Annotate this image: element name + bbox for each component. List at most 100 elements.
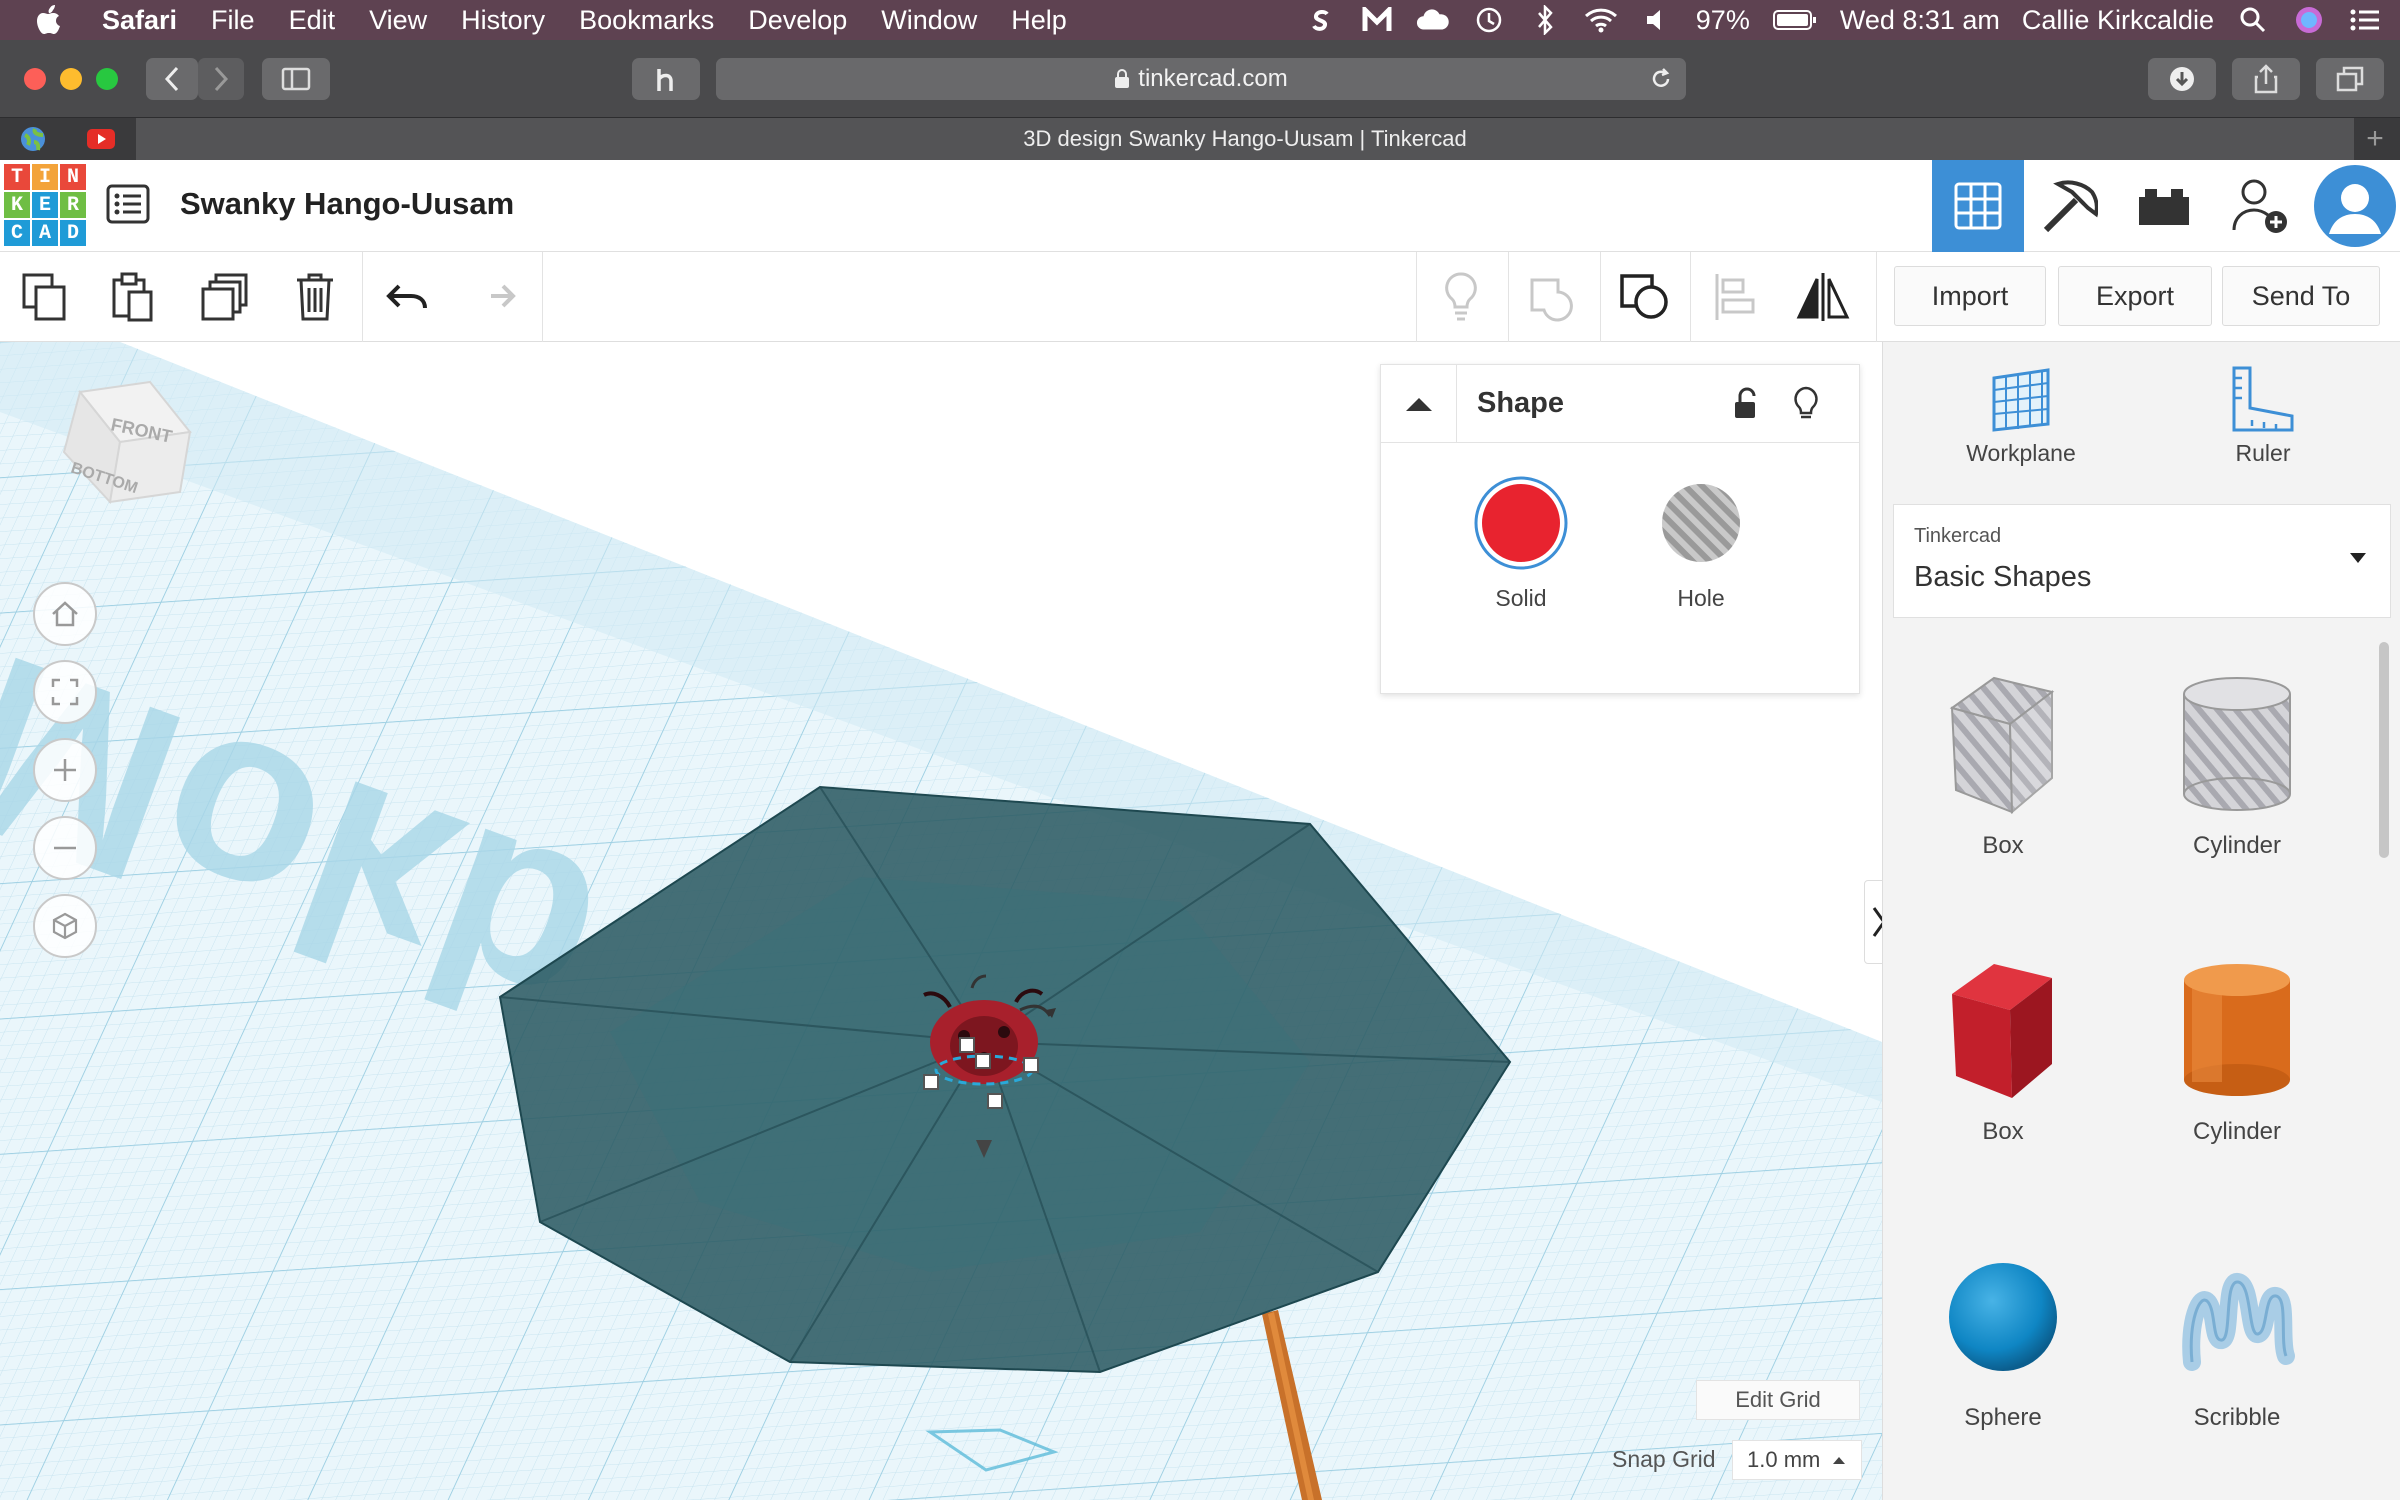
- paste-button[interactable]: [102, 266, 164, 328]
- logo-letter: I: [32, 164, 58, 190]
- redo-button[interactable]: [464, 266, 526, 328]
- invite-user-button[interactable]: [2214, 160, 2306, 252]
- window-minimize-button[interactable]: [60, 68, 82, 90]
- zoom-in-button[interactable]: [33, 738, 97, 802]
- resize-handle[interactable]: [987, 1093, 1003, 1109]
- pinned-tab-youtube[interactable]: [86, 124, 116, 154]
- spotlight-search-icon[interactable]: [2236, 5, 2270, 35]
- menu-file[interactable]: File: [211, 5, 255, 36]
- scribd-icon[interactable]: [1304, 5, 1338, 35]
- lock-icon: [1115, 69, 1130, 88]
- youtube-icon: [87, 129, 115, 149]
- edit-grid-button[interactable]: Edit Grid: [1696, 1380, 1860, 1420]
- shape-cylinder[interactable]: Cylinder: [2137, 956, 2337, 1146]
- time-machine-icon[interactable]: [1472, 5, 1506, 35]
- solid-swatch[interactable]: [1473, 475, 1569, 571]
- siri-icon[interactable]: [2292, 5, 2326, 35]
- resize-handle[interactable]: [959, 1037, 975, 1053]
- inspector-collapse-button[interactable]: [1381, 365, 1457, 443]
- lock-toggle-button[interactable]: [1727, 385, 1765, 423]
- perspective-toggle-button[interactable]: [33, 894, 97, 958]
- menu-view[interactable]: View: [369, 5, 427, 36]
- address-bar[interactable]: tinkercad.com: [716, 58, 1686, 100]
- wifi-icon[interactable]: [1584, 5, 1618, 35]
- home-view-button[interactable]: [33, 582, 97, 646]
- duplicate-button[interactable]: [194, 266, 256, 328]
- tab-active[interactable]: 3D design Swanky Hango-Uusam | Tinkercad: [136, 118, 2354, 160]
- undo-button[interactable]: [376, 266, 438, 328]
- shape-box-hole[interactable]: Box: [1903, 670, 2103, 860]
- logo-letter: R: [60, 192, 86, 218]
- copy-button[interactable]: [14, 266, 76, 328]
- back-button[interactable]: [146, 58, 198, 100]
- window-zoom-button[interactable]: [96, 68, 118, 90]
- align-button[interactable]: [1704, 266, 1766, 328]
- extension-button[interactable]: [632, 58, 700, 100]
- menu-window[interactable]: Window: [881, 5, 977, 36]
- toolbar-divider: [542, 252, 543, 342]
- forward-button[interactable]: [198, 58, 244, 100]
- group-button[interactable]: [1522, 266, 1584, 328]
- battery-icon[interactable]: [1772, 5, 1818, 35]
- notification-center-icon[interactable]: [2348, 5, 2382, 35]
- shapes-scrollbar[interactable]: [2379, 642, 2389, 858]
- visibility-toggle-button[interactable]: [1787, 385, 1825, 423]
- tinkercad-logo[interactable]: T I N K E R C A D: [4, 164, 86, 246]
- cloud-icon[interactable]: [1416, 5, 1450, 35]
- mirror-button[interactable]: [1792, 266, 1854, 328]
- apple-icon[interactable]: [36, 5, 72, 35]
- download-icon: [2170, 67, 2194, 91]
- shape-library-select[interactable]: Tinkercad Basic Shapes: [1893, 504, 2391, 618]
- mega-icon[interactable]: [1360, 5, 1394, 35]
- view-3d-button[interactable]: [1932, 160, 2024, 252]
- shape-cylinder-hole[interactable]: Cylinder: [2137, 670, 2337, 860]
- zoom-out-button[interactable]: [33, 816, 97, 880]
- solid-option[interactable]: Solid: [1441, 475, 1601, 612]
- export-button[interactable]: Export: [2058, 266, 2212, 326]
- menu-history[interactable]: History: [461, 5, 545, 36]
- resize-handle[interactable]: [1023, 1057, 1039, 1073]
- shape-scribble[interactable]: Scribble: [2137, 1242, 2337, 1432]
- hole-option[interactable]: Hole: [1621, 475, 1781, 612]
- scribble-icon: [2182, 1273, 2295, 1371]
- view-cube[interactable]: FRONT BOTTOM: [50, 372, 200, 522]
- resize-handle[interactable]: [975, 1053, 991, 1069]
- workplane-tool[interactable]: Workplane: [1941, 364, 2101, 467]
- shape-label: Box: [1982, 832, 2024, 859]
- shape-box[interactable]: Box: [1903, 956, 2103, 1146]
- ruler-tool[interactable]: Ruler: [2183, 364, 2343, 467]
- reload-icon[interactable]: [1650, 68, 1672, 90]
- hole-swatch[interactable]: [1653, 475, 1749, 571]
- design-title[interactable]: Swanky Hango-Uusam: [180, 186, 514, 222]
- snap-grid-select[interactable]: 1.0 mm: [1732, 1440, 1862, 1480]
- menu-safari[interactable]: Safari: [102, 5, 177, 36]
- menu-bookmarks[interactable]: Bookmarks: [579, 5, 714, 36]
- ungroup-button[interactable]: [1614, 266, 1676, 328]
- menu-develop[interactable]: Develop: [748, 5, 847, 36]
- bricks-view-button[interactable]: [2118, 160, 2210, 252]
- window-close-button[interactable]: [24, 68, 46, 90]
- design-list-button[interactable]: [106, 184, 152, 230]
- menu-user-name[interactable]: Callie Kirkcaldie: [2022, 5, 2214, 36]
- tabs-icon: [2336, 66, 2364, 92]
- fit-view-button[interactable]: [33, 660, 97, 724]
- send-to-button[interactable]: Send To: [2222, 266, 2380, 326]
- menu-help[interactable]: Help: [1011, 5, 1067, 36]
- shape-sphere[interactable]: Sphere: [1903, 1242, 2103, 1432]
- menu-edit[interactable]: Edit: [289, 5, 336, 36]
- notes-button[interactable]: [1430, 266, 1492, 328]
- tab-overview-button[interactable]: [2316, 58, 2384, 100]
- bluetooth-icon[interactable]: [1528, 5, 1562, 35]
- minecraft-view-button[interactable]: [2024, 160, 2116, 252]
- delete-button[interactable]: [284, 266, 346, 328]
- volume-icon[interactable]: [1640, 5, 1674, 35]
- profile-avatar-button[interactable]: [2310, 160, 2400, 252]
- resize-handle[interactable]: [923, 1074, 939, 1090]
- downloads-button[interactable]: [2148, 58, 2216, 100]
- new-tab-button[interactable]: +: [2358, 122, 2392, 156]
- import-button[interactable]: Import: [1894, 266, 2046, 326]
- share-button[interactable]: [2232, 58, 2300, 100]
- pinned-tab-globe[interactable]: [18, 124, 48, 154]
- sidebar-toggle-button[interactable]: [262, 58, 330, 100]
- menu-clock[interactable]: Wed 8:31 am: [1840, 5, 2000, 36]
